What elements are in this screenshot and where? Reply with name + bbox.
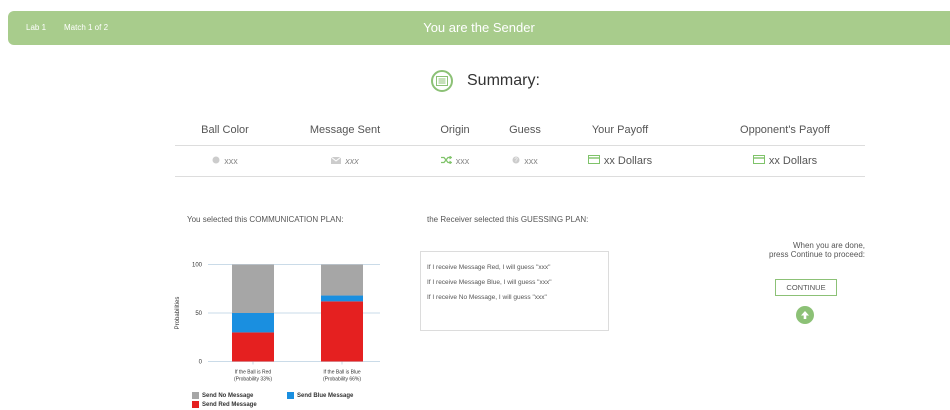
guess-cell: ? xxx [495, 146, 555, 176]
summary-heading: Summary: [431, 67, 540, 95]
legend-item-blue: Send Blue Message [287, 392, 353, 399]
summary-table: Ball Color Message Sent Origin Guess You… [175, 115, 865, 177]
list-icon [431, 70, 453, 92]
guess-rule-blue: If I receive Message Blue, I will guess … [427, 279, 552, 286]
legend-swatch-red [192, 401, 199, 408]
header-guess: Guess [509, 124, 541, 136]
instructions-line-1: When you are done, [792, 241, 865, 250]
legend-item-red: Send Red Message [192, 401, 257, 408]
opponent-payoff-cell: xx Dollars [720, 146, 850, 176]
table-row: xxx xxx xxx ? xxx xx Dollars xx Dollars [175, 146, 865, 177]
header-your-payoff: Your Payoff [591, 124, 649, 136]
instructions-line-2: press Continue to proceed: [768, 250, 865, 259]
envelope-icon [330, 146, 342, 176]
header-opponent-payoff: Opponent's Payoff [740, 124, 830, 136]
bar-segment-send-blue-message [321, 295, 363, 302]
y-axis-label: Probabilities [175, 297, 181, 330]
guessing-plan-label: the Receiver selected this GUESSING PLAN… [427, 215, 589, 224]
your-payoff-value: xx Dollars [603, 155, 653, 167]
header-ball-color: Ball Color [201, 124, 249, 136]
continue-button[interactable]: CONTINUE [775, 279, 837, 296]
y-tick-label: 0 [199, 360, 203, 366]
money-icon [752, 146, 765, 176]
table-header: Ball Color Message Sent Origin Guess You… [175, 115, 865, 146]
bar-segment-send-no-message [232, 264, 274, 313]
message-sent-cell: xxx [285, 146, 405, 176]
guess-value: xxx [524, 156, 538, 166]
bar-segment-send-blue-message [232, 313, 274, 333]
legend-label-none: Send No Message [202, 392, 254, 399]
origin-cell: xxx [420, 146, 490, 176]
header-message-sent: Message Sent [309, 124, 381, 136]
opponent-payoff-value: xx Dollars [768, 155, 818, 167]
ball-color-value: xxx [224, 156, 238, 166]
bar-segment-send-red-message [232, 332, 274, 362]
header-origin: Origin [440, 124, 470, 136]
legend-swatch-blue [287, 392, 294, 399]
guess-rule-none: If I receive No Message, I will guess "x… [427, 294, 547, 301]
bar-segment-send-red-message [321, 301, 363, 362]
message-sent-value: xxx [345, 156, 359, 166]
instructions: When you are done, press Continue to pro… [740, 241, 865, 259]
guess-rule-red: If I receive Message Red, I will guess "… [427, 264, 551, 271]
origin-value: xxx [455, 156, 470, 166]
x-tick-label: If the Ball is Blue [323, 370, 360, 376]
y-tick-label: 100 [192, 263, 203, 269]
x-tick-label: (Probability 66%) [323, 377, 361, 383]
bar-segment-send-no-message [321, 264, 363, 296]
summary-title: Summary: [467, 72, 540, 89]
communication-plan-label: You selected this COMMUNICATION PLAN: [187, 215, 344, 224]
role-title: You are the Sender [423, 20, 535, 35]
x-tick-label: If the Ball is Red [235, 370, 272, 376]
arrow-up-icon[interactable] [796, 306, 814, 324]
help-circle-icon: ? [512, 146, 520, 176]
x-tick-label: (Probability 33%) [234, 377, 272, 383]
legend-swatch-none [192, 392, 199, 399]
ball-color-cell: xxx [175, 146, 275, 176]
communication-plan-chart: 050100ProbabilitiesIf the Ball is Red(Pr… [175, 263, 380, 383]
top-bar: Lab 1 Match 1 of 2 You are the Sender [8, 11, 950, 45]
circle-icon [212, 146, 220, 176]
legend-item-none: Send No Message [192, 392, 253, 399]
y-tick-label: 50 [195, 311, 202, 317]
legend-label-blue: Send Blue Message [297, 392, 354, 399]
money-icon [587, 146, 600, 176]
your-payoff-cell: xx Dollars [570, 146, 670, 176]
shuffle-icon [440, 146, 453, 176]
legend-label-red: Send Red Message [202, 401, 257, 408]
guessing-plan-box: If I receive Message Red, I will guess "… [420, 251, 609, 331]
